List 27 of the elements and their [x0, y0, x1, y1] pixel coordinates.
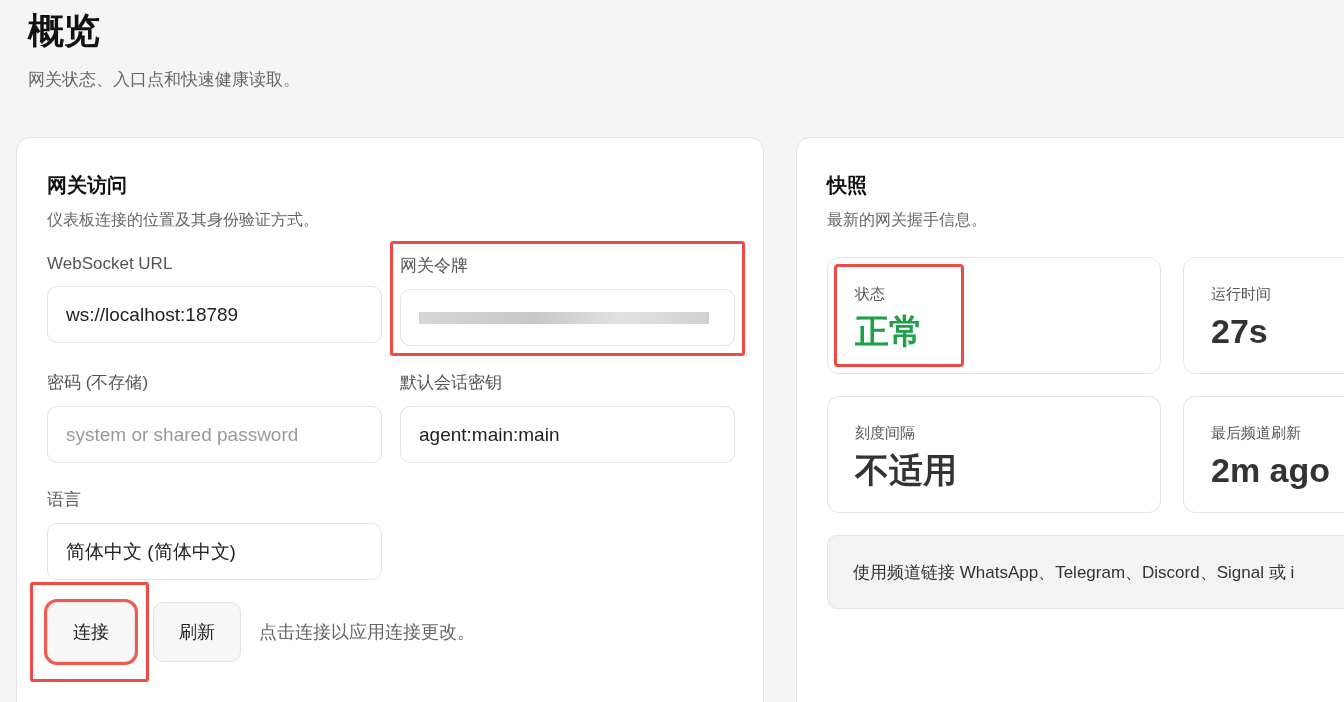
- card-description: 仪表板连接的位置及其身份验证方式。: [47, 210, 320, 230]
- action-button[interactable]: 连接: [47, 602, 135, 662]
- card-title: 网关访问: [47, 173, 128, 198]
- stat-label: 状态: [855, 285, 886, 304]
- stat-label: 最后频道刷新: [1211, 424, 1302, 443]
- input-field[interactable]: 简体中文 (简体中文): [47, 523, 382, 580]
- field-label: 密码 (不存储): [47, 372, 150, 394]
- info-note: 使用频道链接 WhatsApp、Telegram、Discord、Signal 或 i: [827, 535, 1344, 609]
- stat-value: 正常: [855, 311, 923, 352]
- field-label: 网关令牌: [400, 255, 469, 277]
- stat-value: 不适用: [855, 450, 957, 491]
- page-title: 概览: [28, 9, 101, 53]
- stat-label: 运行时间: [1211, 285, 1271, 304]
- input-field[interactable]: [400, 289, 735, 346]
- field-label: 默认会话密钥: [400, 372, 503, 394]
- input-field[interactable]: ws://localhost:18789: [47, 286, 382, 343]
- hint-text: 点击连接以应用连接更改。: [259, 621, 475, 644]
- card-title: 快照: [827, 173, 868, 198]
- field-label: 语言: [47, 489, 82, 511]
- card-description: 最新的网关握手信息。: [827, 210, 988, 230]
- stat-label: 刻度间隔: [855, 424, 916, 443]
- page-subtitle: 网关状态、入口点和快速健康读取。: [28, 69, 301, 91]
- stat-value: 27s: [1211, 311, 1269, 352]
- input-field[interactable]: agent:main:main: [400, 406, 735, 463]
- field-label: WebSocket URL: [47, 254, 174, 274]
- stat-value: 2m ago: [1211, 450, 1331, 491]
- action-button[interactable]: 刷新: [153, 602, 241, 662]
